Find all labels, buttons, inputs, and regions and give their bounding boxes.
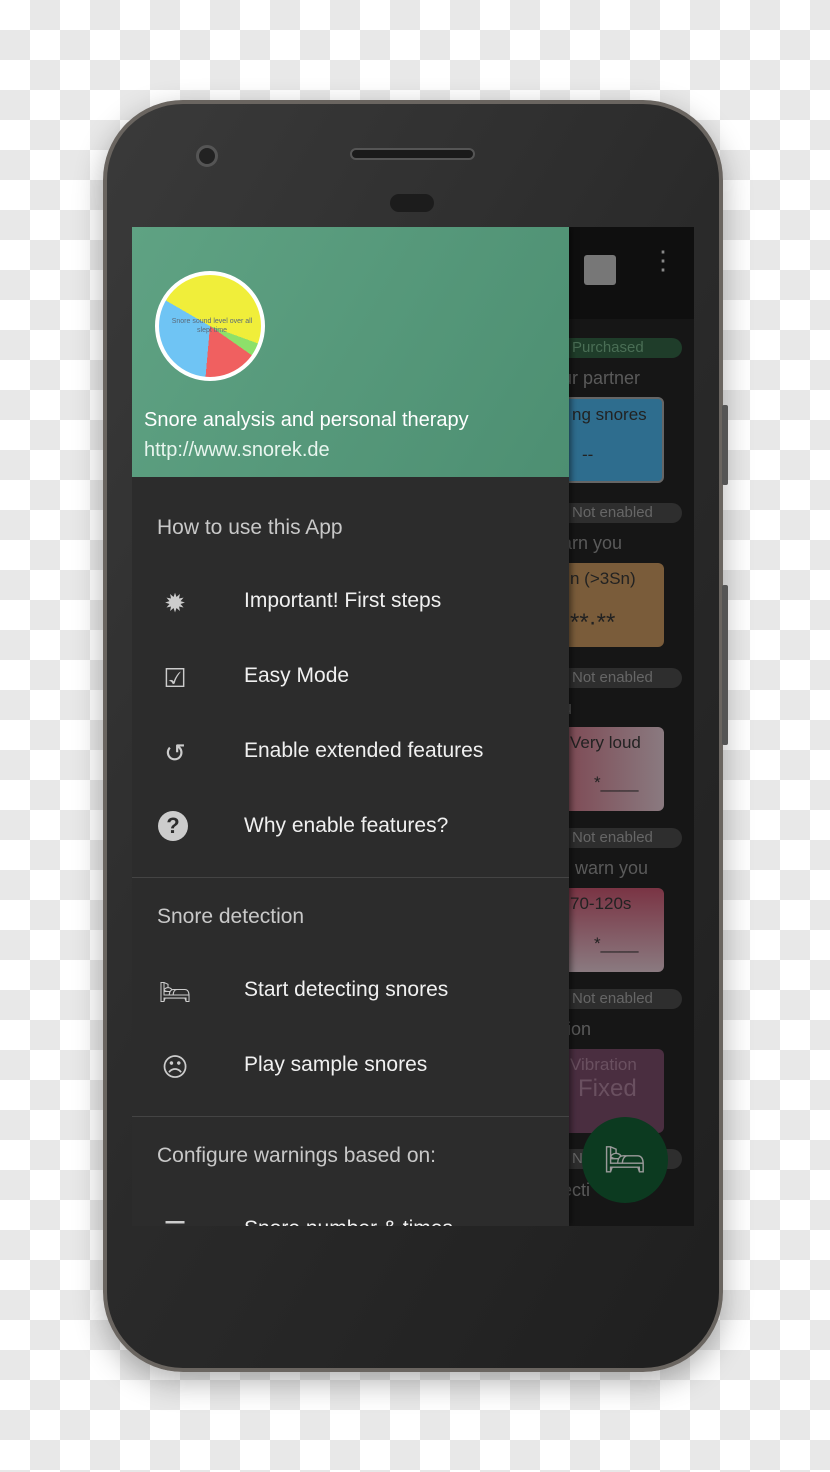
menu-item-label: Play sample snores	[244, 1053, 428, 1076]
menu-item-first-steps[interactable]: ✹ Important! First steps	[132, 572, 569, 632]
checkbox-checked-icon: ☑	[163, 663, 187, 693]
menu-item-label: Enable extended features	[244, 739, 484, 762]
card-value: --	[582, 445, 594, 464]
menu-item-label: Easy Mode	[244, 664, 350, 687]
menu-item-start-detecting[interactable]: 🛏 Start detecting snores	[132, 961, 569, 1021]
section-header-snore-detection: Snore detection	[157, 905, 305, 928]
restore-icon: ↺	[164, 738, 186, 768]
power-button	[722, 585, 728, 745]
drawer-header: Snore sound level over all slept time Sn…	[132, 227, 569, 477]
section-header-how-to-use: How to use this App	[157, 516, 343, 539]
card-title: n (>3Sn)	[570, 569, 636, 588]
menu-item-easy-mode[interactable]: ☑ Easy Mode	[132, 647, 569, 707]
menu-item-snore-number[interactable]: ☰ Snore number & times	[132, 1200, 569, 1226]
menu-item-label: Why enable features?	[244, 814, 449, 837]
card-value: *____	[594, 934, 639, 953]
divider	[132, 1116, 569, 1117]
tune-icon: ☰	[158, 1214, 192, 1226]
help-circle-icon: ?	[158, 811, 188, 841]
start-detection-fab[interactable]: 🛏	[582, 1117, 668, 1203]
card-value: *____	[594, 773, 639, 792]
volume-button	[722, 405, 728, 485]
snore-pie-chart-logo: Snore sound level over all slept time	[155, 271, 265, 381]
section-label: arn you	[562, 533, 623, 553]
section-header-configure-warnings: Configure warnings based on:	[157, 1144, 437, 1167]
sleepy-face-icon: ☹	[161, 1052, 189, 1082]
navigation-drawer: Snore sound level over all slept time Sn…	[132, 227, 569, 1226]
menu-item-play-samples[interactable]: ☹ Play sample snores	[132, 1036, 569, 1096]
screen: ⋮ Purchased ur partner ng snores -- Not e…	[132, 227, 694, 1226]
card-title: Very loud	[570, 733, 641, 752]
drawer-title: Snore analysis and personal therapy	[144, 409, 469, 431]
card-title: ng snores	[572, 405, 647, 424]
menu-item-label: Important! First steps	[244, 589, 442, 612]
bed-icon: 🛏	[603, 1141, 647, 1179]
drawer-url[interactable]: http://www.snorek.de	[144, 439, 330, 462]
feedback-icon[interactable]	[584, 255, 616, 285]
more-vert-icon[interactable]: ⋮	[650, 247, 676, 273]
proximity-sensor	[390, 194, 434, 212]
menu-item-why-enable[interactable]: ? Why enable features?	[132, 797, 569, 857]
divider	[132, 877, 569, 878]
bed-icon: 🛏	[158, 977, 192, 1007]
pie-caption: Snore sound level over all slept time	[171, 318, 253, 334]
menu-item-enable-extended[interactable]: ↺ Enable extended features	[132, 722, 569, 782]
front-camera	[196, 145, 218, 167]
menu-item-label: Start detecting snores	[244, 978, 449, 1001]
earpiece-speaker	[350, 148, 475, 160]
menu-item-label: Snore number & times	[244, 1217, 453, 1226]
card-value: **·**	[570, 609, 616, 636]
card-title: 70-120s	[570, 894, 632, 913]
alert-badge-icon: ✹	[164, 588, 186, 618]
section-label: ur partner	[562, 368, 641, 388]
section-label: warn you	[575, 858, 649, 878]
card-title: Vibration	[570, 1055, 637, 1074]
card-value: Fixed	[578, 1075, 637, 1102]
